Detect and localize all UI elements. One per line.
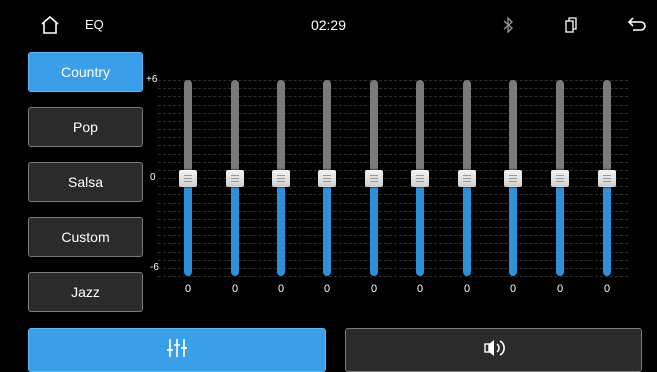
thumb-grip-line (509, 178, 517, 179)
phone-link-icon (563, 16, 579, 34)
eq-band-slider[interactable] (411, 80, 429, 276)
band-value-label: 0 (231, 283, 239, 295)
thumb-grip-line (463, 181, 471, 182)
band-value-label: 0 (603, 283, 611, 295)
slider-track-fill (509, 178, 517, 276)
slider-thumb[interactable] (226, 170, 244, 187)
bluetooth-icon (500, 16, 516, 34)
slider-thumb[interactable] (598, 170, 616, 187)
eq-band-slider[interactable] (504, 80, 522, 276)
slider-track-upper (184, 80, 192, 178)
slider-track-upper (277, 80, 285, 178)
thumb-grip-line (277, 178, 285, 179)
thumb-grip-line (603, 181, 611, 182)
slider-thumb[interactable] (458, 170, 476, 187)
thumb-grip-line (277, 175, 285, 176)
slider-track-upper (509, 80, 517, 178)
thumb-grip-line (323, 178, 331, 179)
thumb-grip-line (509, 181, 517, 182)
band-value-label: 0 (509, 283, 517, 295)
slider-track-fill (603, 178, 611, 276)
eq-band-slider[interactable] (318, 80, 336, 276)
equalizer-sliders-icon (165, 337, 189, 364)
thumb-grip-line (370, 181, 378, 182)
scale-max-label: +6 (146, 74, 158, 85)
slider-track-upper (463, 80, 471, 178)
slider-track-fill (370, 178, 378, 276)
slider-track-upper (556, 80, 564, 178)
thumb-grip-line (370, 178, 378, 179)
equalizer-tab-button[interactable] (28, 328, 326, 372)
thumb-grip-line (323, 181, 331, 182)
slider-track-upper (370, 80, 378, 178)
status-bar: EQ 02:29 (0, 0, 657, 48)
thumb-grip-line (603, 178, 611, 179)
thumb-grip-line (231, 181, 239, 182)
preset-custom-button[interactable]: Custom (28, 217, 143, 257)
slider-thumb[interactable] (272, 170, 290, 187)
thumb-grip-line (323, 175, 331, 176)
slider-thumb[interactable] (365, 170, 383, 187)
band-value-label: 0 (370, 283, 378, 295)
eq-band-slider[interactable] (598, 80, 616, 276)
slider-track-upper (231, 80, 239, 178)
band-value-label: 0 (556, 283, 564, 295)
preset-salsa-button[interactable]: Salsa (28, 162, 143, 202)
eq-band-slider[interactable] (226, 80, 244, 276)
slider-track-fill (556, 178, 564, 276)
slider-track-fill (231, 178, 239, 276)
thumb-grip-line (463, 175, 471, 176)
band-value-label: 0 (277, 283, 285, 295)
thumb-grip-line (416, 178, 424, 179)
slider-track-upper (416, 80, 424, 178)
band-value-label: 0 (184, 283, 192, 295)
slider-thumb[interactable] (504, 170, 522, 187)
preset-country-button[interactable]: Country (28, 52, 143, 92)
slider-track-fill (277, 178, 285, 276)
thumb-grip-line (231, 175, 239, 176)
thumb-grip-line (463, 178, 471, 179)
slider-thumb[interactable] (179, 170, 197, 187)
thumb-grip-line (509, 175, 517, 176)
speaker-balance-tab-button[interactable] (345, 328, 642, 372)
slider-track-fill (416, 178, 424, 276)
preset-jazz-button[interactable]: Jazz (28, 272, 143, 312)
preset-pop-button[interactable]: Pop (28, 107, 143, 147)
thumb-grip-line (184, 181, 192, 182)
eq-band-slider[interactable] (179, 80, 197, 276)
grid-line (158, 276, 628, 277)
eq-band-slider[interactable] (272, 80, 290, 276)
slider-thumb[interactable] (551, 170, 569, 187)
thumb-grip-line (416, 175, 424, 176)
band-value-label: 0 (323, 283, 331, 295)
scale-mid-label: 0 (150, 172, 156, 183)
band-value-label: 0 (416, 283, 424, 295)
thumb-grip-line (603, 175, 611, 176)
eq-band-slider[interactable] (458, 80, 476, 276)
thumb-grip-line (416, 181, 424, 182)
slider-track-upper (603, 80, 611, 178)
thumb-grip-line (184, 175, 192, 176)
clock: 02:29 (310, 17, 347, 33)
thumb-grip-line (277, 181, 285, 182)
eq-band-slider[interactable] (365, 80, 383, 276)
slider-thumb[interactable] (318, 170, 336, 187)
eq-band-slider[interactable] (551, 80, 569, 276)
thumb-grip-line (231, 178, 239, 179)
back-icon[interactable] (627, 15, 647, 33)
thumb-grip-line (556, 175, 564, 176)
thumb-grip-line (184, 178, 192, 179)
band-value-label: 0 (463, 283, 471, 295)
thumb-grip-line (370, 175, 378, 176)
slider-track-fill (184, 178, 192, 276)
speaker-balance-icon (482, 337, 506, 364)
slider-track-fill (463, 178, 471, 276)
slider-thumb[interactable] (411, 170, 429, 187)
thumb-grip-line (556, 178, 564, 179)
thumb-grip-line (556, 181, 564, 182)
slider-track-fill (323, 178, 331, 276)
slider-track-upper (323, 80, 331, 178)
